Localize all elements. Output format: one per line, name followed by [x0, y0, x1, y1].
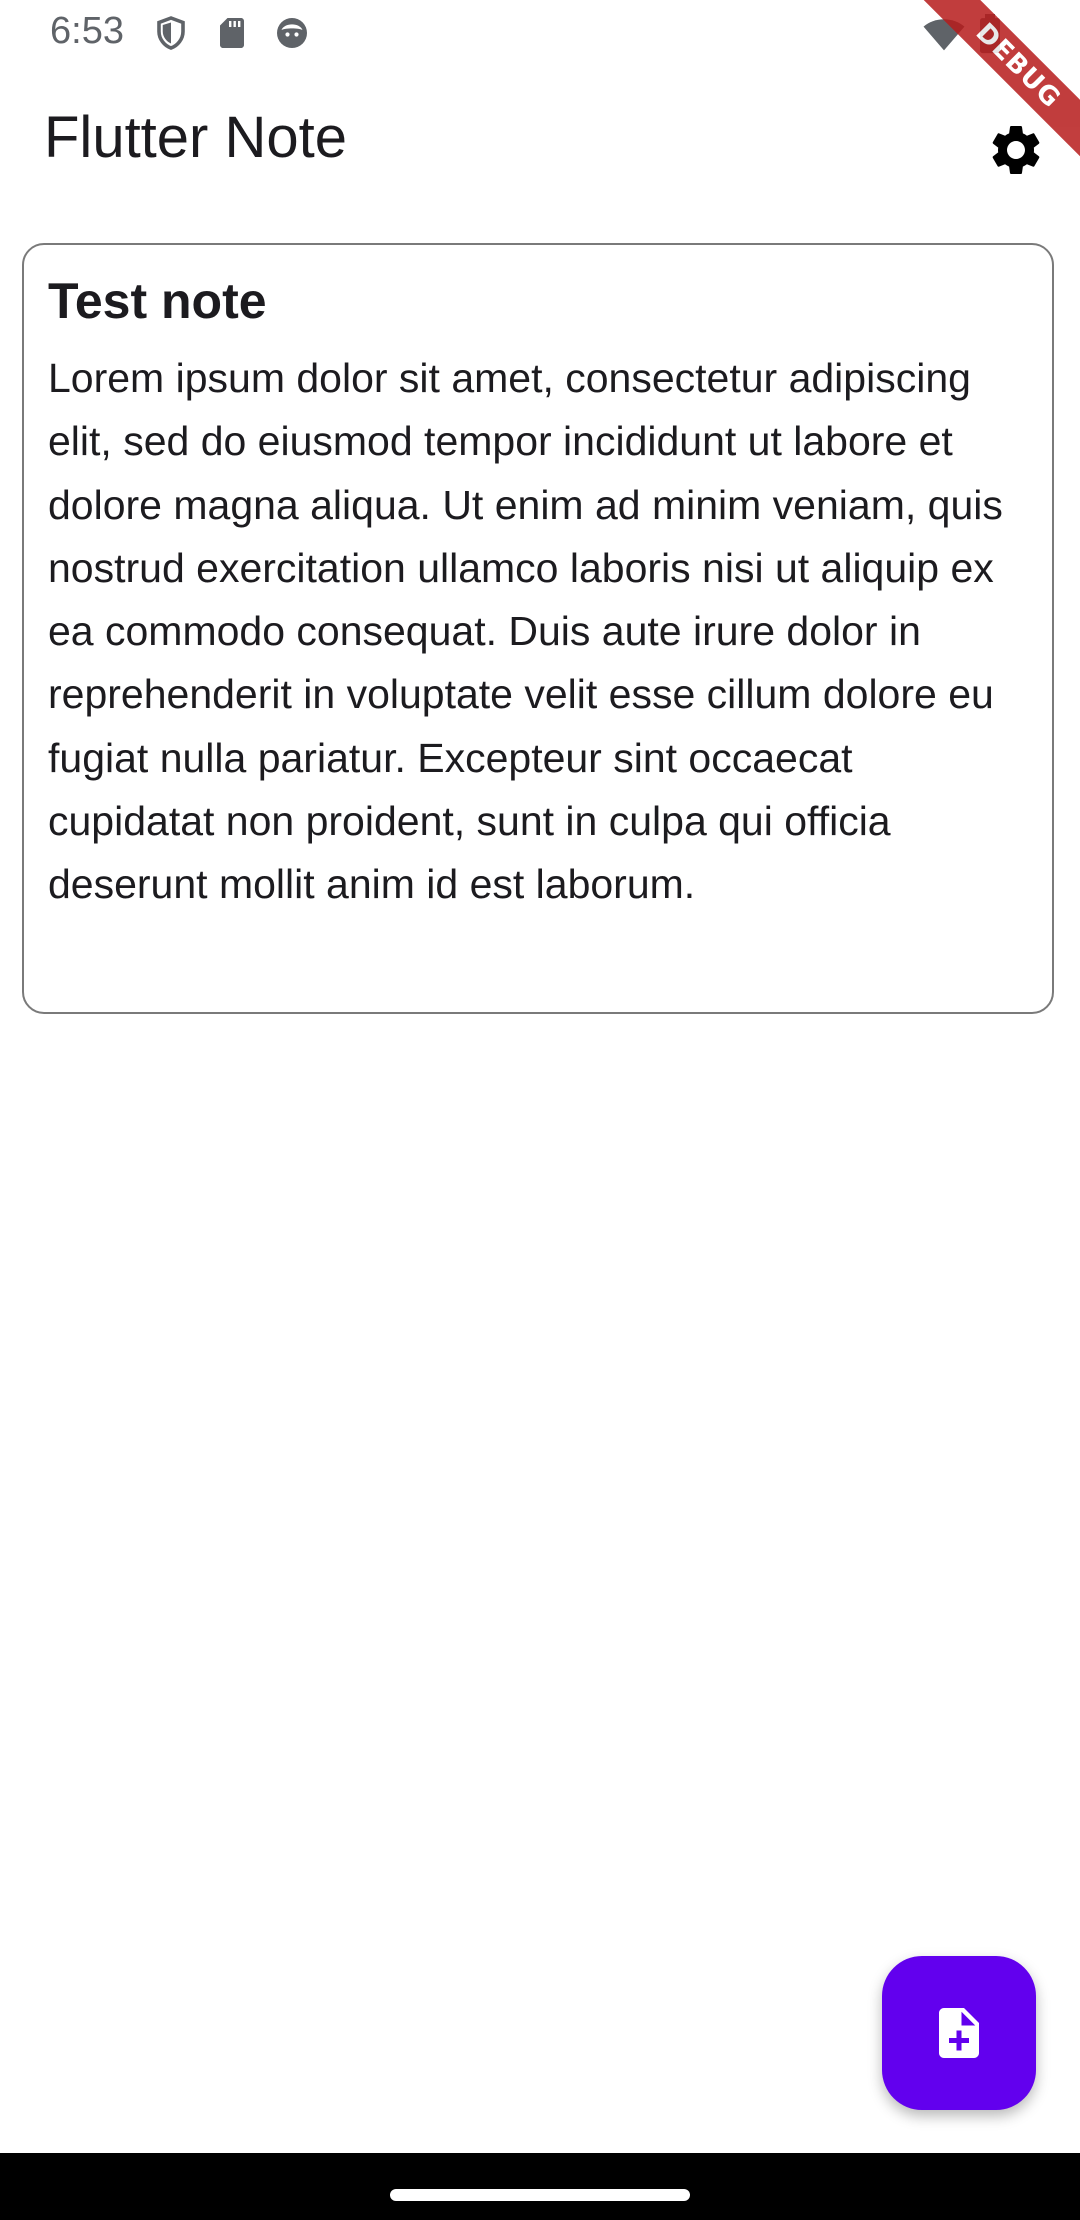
note-card[interactable]: Test note Lorem ipsum dolor sit amet, co… — [22, 243, 1054, 1014]
gear-icon — [992, 126, 1040, 174]
note-body: Lorem ipsum dolor sit amet, consectetur … — [48, 355, 1003, 908]
shield-icon — [153, 15, 189, 51]
status-bar: 6:53 — [0, 0, 1080, 66]
settings-button[interactable] — [976, 110, 1056, 190]
navigation-bar — [0, 2153, 1080, 2220]
add-note-button[interactable] — [882, 1956, 1036, 2110]
face-icon — [274, 15, 310, 51]
app-screen: 6:53 DEBUG Flutter Note Test note Lorem … — [0, 0, 1080, 2220]
page-title: Flutter Note — [44, 105, 347, 170]
note-add-icon — [939, 2008, 979, 2058]
note-title: Test note — [48, 273, 267, 329]
home-gesture-handle[interactable] — [390, 2189, 690, 2201]
status-time: 6:53 — [50, 10, 124, 52]
sd-card-icon — [214, 15, 250, 51]
app-bar: Flutter Note — [0, 66, 1080, 220]
battery-icon — [978, 14, 1014, 54]
wifi-icon — [922, 16, 965, 52]
